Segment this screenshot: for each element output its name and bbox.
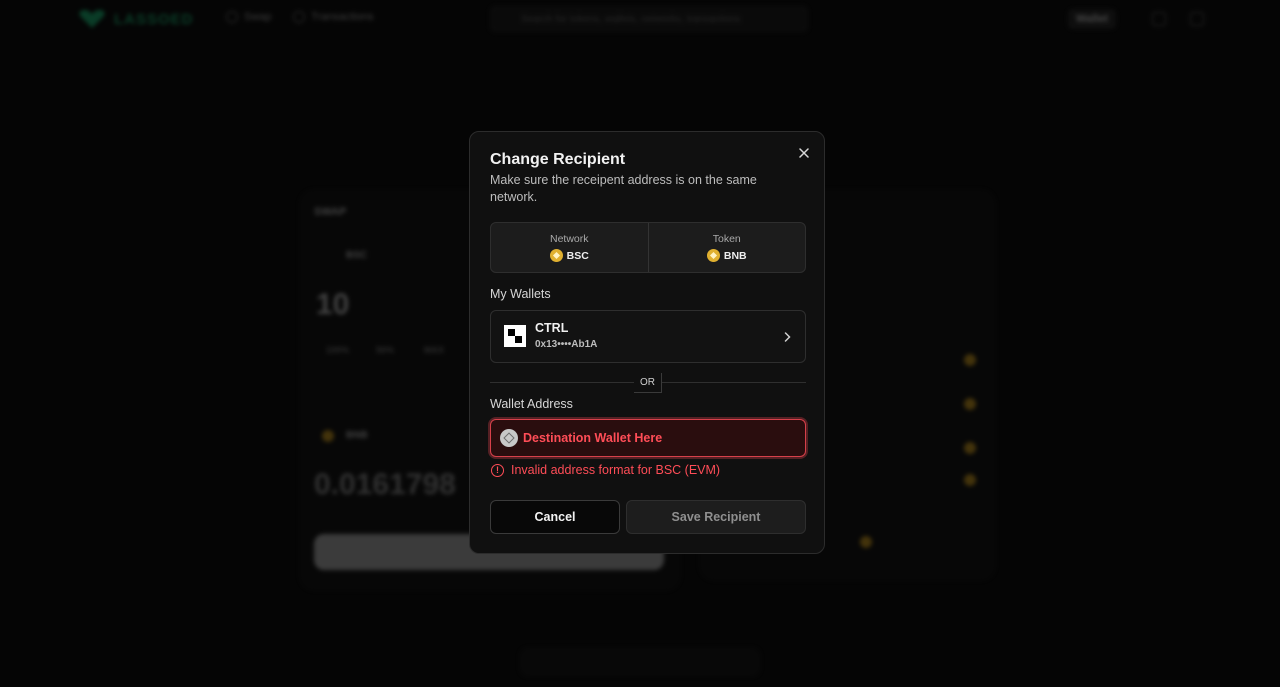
network-value: BSC [549,249,589,262]
bsc-icon [549,249,563,262]
wallet-address-icon [500,429,518,447]
network-label: Network [549,233,589,245]
change-recipient-modal: Change Recipient Make sure the receipent… [469,131,825,554]
network-token-info: Network BSC Token BNB [490,222,806,273]
wallet-address-input[interactable] [523,431,793,445]
wallet-option-ctrl[interactable]: CTRL 0x13••••Ab1A [490,310,806,363]
network-info: Network BSC [491,223,648,272]
alert-circle-icon: ! [491,463,504,477]
token-info: Token BNB [647,223,806,272]
wallet-name: CTRL [535,321,569,335]
modal-title: Change Recipient [490,151,626,168]
token-value-text: BNB [723,249,747,262]
ctrl-wallet-logo-icon [504,325,526,347]
cancel-button[interactable]: Cancel [490,500,620,534]
address-error: ! Invalid address format for BSC (EVM) [491,463,720,477]
network-value-text: BSC [566,249,589,262]
wallet-address-label: Wallet Address [490,397,573,411]
token-label: Token [712,233,741,245]
my-wallets-label: My Wallets [490,287,551,301]
token-value: BNB [706,249,747,262]
or-label: OR [634,373,662,393]
chevron-right-icon [784,330,791,345]
close-icon [799,148,809,158]
error-message: Invalid address format for BSC (EVM) [511,463,721,477]
modal-subtitle: Make sure the receipent address is on th… [490,173,757,204]
close-button[interactable] [796,145,812,161]
wallet-address: 0x13••••Ab1A [535,339,598,350]
bnb-icon [706,249,720,262]
save-recipient-button[interactable]: Save Recipient [626,500,806,534]
wallet-address-field[interactable] [490,419,806,457]
